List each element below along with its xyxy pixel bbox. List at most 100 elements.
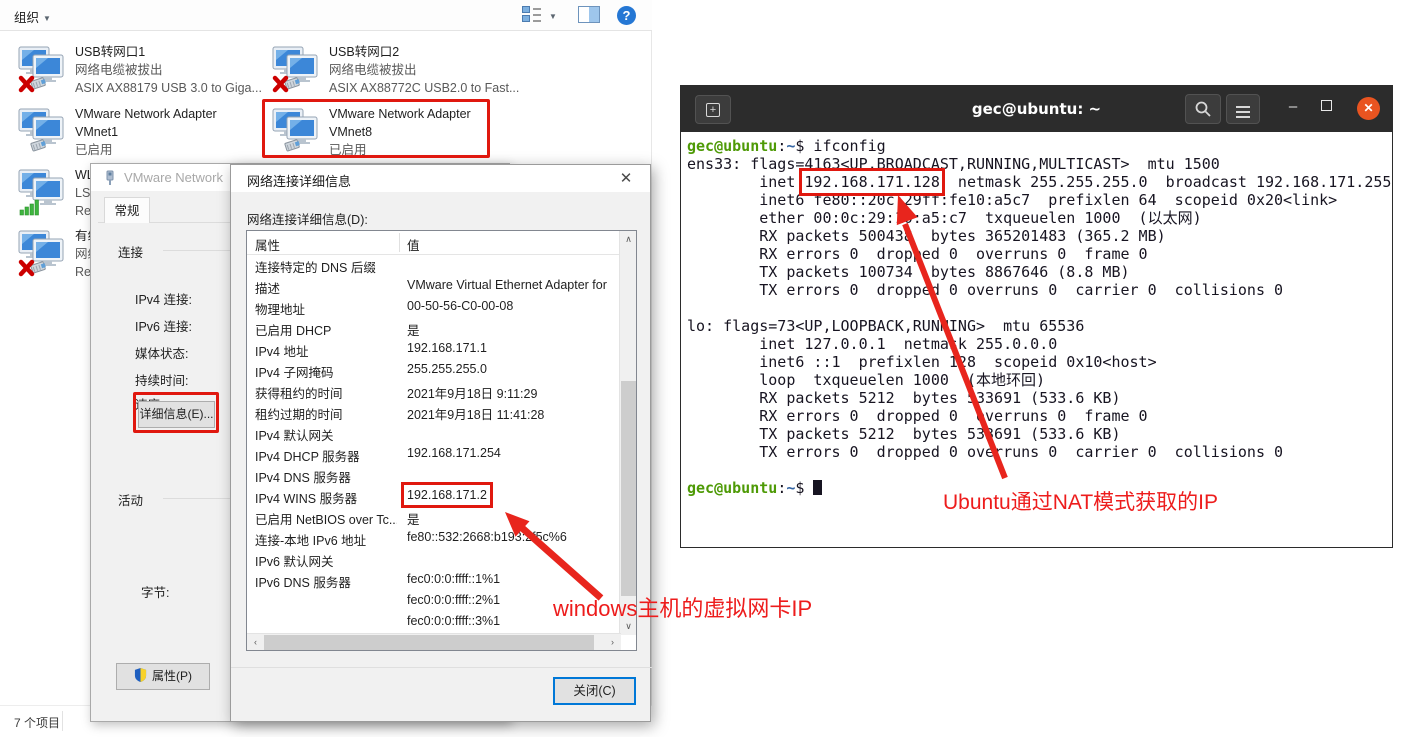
- menu-button[interactable]: [1226, 94, 1260, 124]
- table-row[interactable]: IPv4 DHCP 服务器192.168.171.254: [247, 444, 620, 465]
- table-row[interactable]: 描述VMware Virtual Ethernet Adapter for: [247, 276, 620, 297]
- help-icon[interactable]: ?: [617, 6, 636, 25]
- adapter-item[interactable]: USB转网口2网络电缆被拔出ASIX AX88772C USB2.0 to Fa…: [272, 46, 522, 104]
- vertical-scrollbar[interactable]: ∧ ∨: [619, 231, 636, 635]
- vertical-scroll-thumb[interactable]: [621, 381, 636, 596]
- details-rows: 连接特定的 DNS 后缀描述VMware Virtual Ethernet Ad…: [247, 255, 620, 633]
- value-cell: 192.168.171.1: [407, 341, 619, 355]
- terminal-line: inet6 ::1 prefixlen 128 scopeid 0x10<hos…: [687, 353, 1392, 371]
- property-cell: IPv4 子网掩码: [255, 362, 397, 381]
- table-row[interactable]: IPv4 WINS 服务器192.168.171.2: [247, 486, 620, 507]
- adapter-text: USB转网口1网络电缆被拔出ASIX AX88179 USB 3.0 to Gi…: [75, 43, 270, 97]
- view-options-icon[interactable]: [522, 6, 541, 24]
- status-field-label: 媒体状态:: [135, 343, 188, 362]
- adapter-disconnected-icon: [18, 230, 68, 280]
- terminal-text: $ ifconfig: [795, 137, 885, 155]
- value-cell: 是: [407, 320, 619, 339]
- terminal-text: RX errors 0 dropped 0 overruns 0 frame 0: [687, 245, 1148, 263]
- property-cell: IPv4 WINS 服务器: [255, 488, 397, 507]
- terminal-line: RX packets 5212 bytes 533691 (533.6 KB): [687, 389, 1392, 407]
- scroll-up-icon[interactable]: ∧: [620, 231, 637, 248]
- details-button[interactable]: 详细信息(E)...: [138, 401, 215, 428]
- table-row[interactable]: IPv6 默认网关: [247, 549, 620, 570]
- adapter-disconnected-icon: [18, 46, 68, 96]
- property-cell: 描述: [255, 278, 397, 297]
- adapter-line: USB转网口2: [329, 43, 524, 61]
- terminal-window: + gec@ubuntu: ~ – ✕ gec@ubuntu:~$ ifconf…: [680, 85, 1393, 548]
- adapter-line: VMware Network Adapter: [75, 105, 270, 123]
- connection-section-label: 连接: [118, 242, 143, 261]
- properties-button[interactable]: 属性(P): [116, 663, 210, 690]
- table-row[interactable]: IPv6 DNS 服务器fec0:0:0:ffff::1%1: [247, 570, 620, 591]
- preview-pane-icon[interactable]: [578, 6, 600, 23]
- table-row[interactable]: 连接-本地 IPv6 地址fe80::532:2668:b193:2f5c%6: [247, 528, 620, 549]
- details-listview: 属性 值 连接特定的 DNS 后缀描述VMware Virtual Ethern…: [246, 230, 637, 651]
- property-cell: 获得租约的时间: [255, 383, 397, 402]
- terminal-text: gec@ubuntu: [687, 479, 777, 497]
- terminal-line: gec@ubuntu:~$ ifconfig: [687, 137, 1392, 155]
- terminal-line: inet6 fe80::20c:29ff:fe10:a5c7 prefixlen…: [687, 191, 1392, 209]
- terminal-titlebar[interactable]: + gec@ubuntu: ~ – ✕: [681, 86, 1392, 132]
- tab-general[interactable]: 常规: [104, 197, 150, 223]
- table-row[interactable]: 已启用 DHCP 是: [247, 318, 620, 339]
- status-field-label: 持续时间:: [135, 370, 188, 389]
- table-row[interactable]: IPv4 默认网关: [247, 423, 620, 444]
- horizontal-scroll-thumb[interactable]: [264, 635, 594, 650]
- adapter-enabled-icon: [272, 108, 322, 158]
- chevron-down-icon[interactable]: ▼: [549, 12, 557, 21]
- adapter-item[interactable]: USB转网口1网络电缆被拔出ASIX AX88179 USB 3.0 to Gi…: [18, 46, 268, 104]
- minimize-button[interactable]: –: [1281, 98, 1305, 120]
- scroll-left-icon[interactable]: ‹: [247, 634, 264, 651]
- terminal-line: inet 192.168.171.128 netmask 255.255.255…: [687, 173, 1392, 191]
- adapter-item[interactable]: VMware Network AdapterVMnet8已启用: [272, 108, 522, 166]
- listview-header[interactable]: 属性 值: [247, 231, 636, 255]
- terminal-text: RX packets 500438 bytes 365201483 (365.2…: [687, 227, 1166, 245]
- table-row[interactable]: 租约过期的时间2021年9月18日 11:41:28: [247, 402, 620, 423]
- table-row[interactable]: IPv4 地址 192.168.171.1: [247, 339, 620, 360]
- screen: 组织▼ ▼ ? USB转网口1网络电缆被拔出ASIX AX88179 USB 3…: [0, 0, 1411, 737]
- table-row[interactable]: 已启用 NetBIOS over Tc...是: [247, 507, 620, 528]
- table-row[interactable]: IPv4 DNS 服务器: [247, 465, 620, 486]
- table-row[interactable]: 物理地址00-50-56-C0-00-08: [247, 297, 620, 318]
- terminal-line: [687, 461, 1392, 479]
- close-button[interactable]: ✕: [1357, 97, 1380, 120]
- terminal-line: ether 00:0c:29:10:a5:c7 txqueuelen 1000 …: [687, 209, 1392, 227]
- property-cell: IPv6 默认网关: [255, 551, 397, 570]
- details-list-label: 网络连接详细信息(D):: [247, 209, 368, 228]
- terminal-line: ens33: flags=4163<UP,BROADCAST,RUNNING,M…: [687, 155, 1392, 173]
- value-cell: 192.168.171.254: [407, 446, 619, 460]
- value-cell: 00-50-56-C0-00-08: [407, 299, 619, 313]
- terminal-cursor: [813, 480, 822, 495]
- horizontal-scrollbar[interactable]: ‹ ›: [247, 633, 621, 650]
- adapter-text: VMware Network AdapterVMnet1已启用: [75, 105, 270, 159]
- scroll-right-icon[interactable]: ›: [604, 634, 621, 651]
- table-row[interactable]: IPv4 子网掩码 255.255.255.0: [247, 360, 620, 381]
- table-row[interactable]: 获得租约的时间2021年9月18日 9:11:29: [247, 381, 620, 402]
- property-cell: 连接特定的 DNS 后缀: [255, 257, 397, 276]
- property-cell: 已启用 DHCP: [255, 320, 397, 339]
- search-button[interactable]: [1185, 94, 1221, 124]
- status-field-label: IPv4 连接:: [135, 289, 192, 308]
- terminal-text: TX packets 100734 bytes 8867646 (8.8 MB): [687, 263, 1130, 281]
- dialog-titlebar[interactable]: 网络连接详细信息 ✕: [231, 165, 650, 192]
- close-icon[interactable]: ✕: [612, 168, 640, 189]
- value-cell: 255.255.255.0: [407, 362, 619, 376]
- terminal-text: TX errors 0 dropped 0 overruns 0 carrier…: [687, 443, 1283, 461]
- adapter-line: VMnet1: [75, 123, 270, 141]
- close-button[interactable]: 关闭(C): [553, 677, 636, 705]
- organize-menu[interactable]: 组织▼: [14, 7, 51, 26]
- adapter-item[interactable]: VMware Network AdapterVMnet1已启用: [18, 108, 268, 166]
- terminal-text: ether 00:0c:29:10:a5:c7 txqueuelen 1000 …: [687, 209, 1202, 227]
- property-cell: IPv4 地址: [255, 341, 397, 360]
- adapter-disconnected-icon: [272, 46, 322, 96]
- table-row[interactable]: 连接特定的 DNS 后缀: [247, 255, 620, 276]
- column-value[interactable]: 值: [407, 235, 420, 254]
- terminal-text: inet: [687, 173, 804, 191]
- terminal-output[interactable]: gec@ubuntu:~$ ifconfigens33: flags=4163<…: [681, 132, 1392, 547]
- adapter-line: 网络电缆被拔出: [75, 61, 270, 79]
- value-cell: fe80::532:2668:b193:2f5c%6: [407, 530, 619, 544]
- terminal-line: loop txqueuelen 1000 (本地环回): [687, 371, 1392, 389]
- maximize-button[interactable]: [1321, 100, 1332, 111]
- column-property[interactable]: 属性: [255, 235, 280, 254]
- terminal-text: inet 127.0.0.1 netmask 255.0.0.0: [687, 335, 1057, 353]
